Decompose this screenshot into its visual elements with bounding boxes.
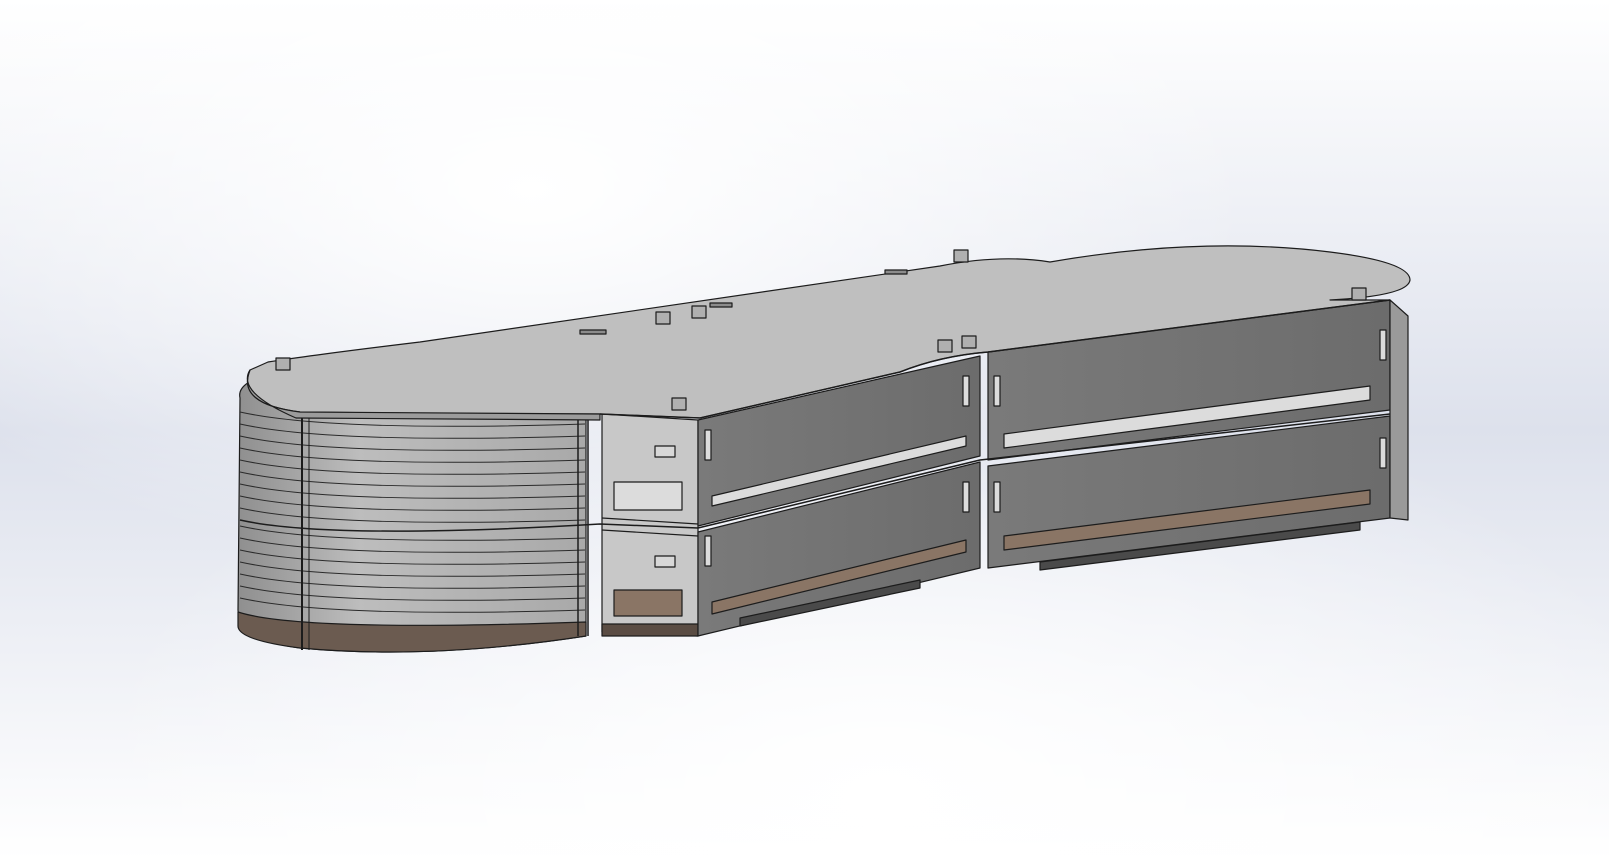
right-end-cap [1389,299,1409,521]
corner-slot-4 [613,589,683,617]
corner-base [601,623,699,637]
corner-slot-2 [613,481,683,511]
corner-slot-1 [654,445,676,458]
corner-slot-3 [654,555,676,568]
cad-viewport[interactable] [0,0,1609,860]
cad-canvas[interactable] [0,0,1609,860]
